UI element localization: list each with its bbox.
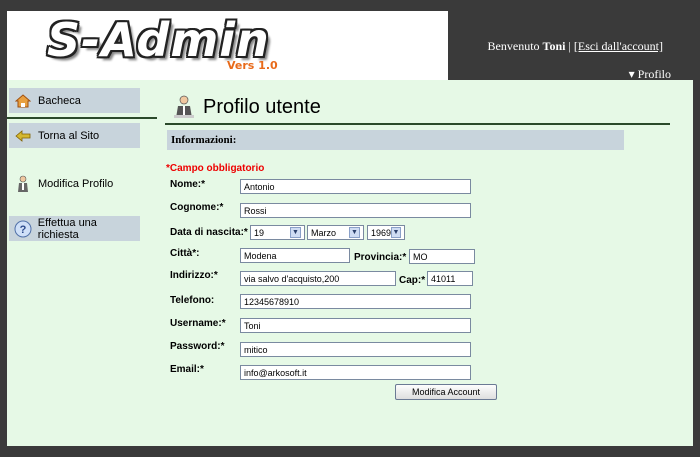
- sidebar-item-bacheca[interactable]: Bacheca: [9, 88, 140, 113]
- birth-month-value: Marzo: [311, 227, 337, 238]
- sidebar-item-modifica-profilo[interactable]: Modifica Profilo: [9, 171, 140, 196]
- birth-year-value: 1969: [371, 227, 392, 238]
- title-divider: [165, 123, 670, 125]
- header-user-area: Benvenuto Toni | [Esci dall'account] ▾ P…: [448, 11, 693, 81]
- user-icon: [173, 95, 195, 119]
- required-note: *Campo obbligatorio: [166, 163, 265, 174]
- citta-field[interactable]: Modena: [240, 248, 350, 263]
- birth-year-select[interactable]: 1969 ▼: [367, 225, 405, 240]
- sidebar-item-label: Bacheca: [38, 94, 81, 107]
- citta-label: Città*:: [170, 248, 200, 259]
- page-title: Profilo utente: [203, 95, 321, 118]
- app-version: Vers 1.0: [227, 59, 278, 72]
- chevron-down-icon: ▼: [349, 227, 360, 238]
- birth-day-select[interactable]: 19 ▼: [250, 225, 305, 240]
- help-icon: ?: [12, 220, 34, 238]
- cognome-label: Cognome:*: [170, 202, 224, 213]
- data-nascita-label: Data di nascita:*: [170, 227, 248, 238]
- birth-day-value: 19: [254, 227, 265, 238]
- welcome-text: Benvenuto Toni | [Esci dall'account]: [488, 39, 663, 54]
- sidebar-item-label: Torna al Sito: [38, 129, 100, 142]
- birth-month-select[interactable]: Marzo ▼: [307, 225, 364, 240]
- sidebar-divider: [7, 155, 157, 156]
- password-field[interactable]: mitico: [240, 342, 471, 357]
- user-icon: [12, 175, 34, 193]
- nome-label: Nome:*: [170, 179, 206, 190]
- provincia-field[interactable]: MO: [409, 249, 475, 264]
- page-header: Profilo utente: [173, 95, 321, 119]
- indirizzo-field[interactable]: via salvo d'acquisto,200: [240, 271, 396, 286]
- sidebar: Bacheca Torna al Sito Modifica Profilo ?…: [7, 80, 157, 446]
- sidebar-item-torna-al-sito[interactable]: Torna al Sito: [9, 123, 140, 148]
- telefono-label: Telefono:: [170, 295, 215, 306]
- username-label: Username:*: [170, 318, 226, 329]
- cognome-field[interactable]: Rossi: [240, 203, 471, 218]
- home-icon: [12, 93, 34, 108]
- email-field[interactable]: info@arkosoft.it: [240, 365, 471, 380]
- email-label: Email:*: [170, 364, 204, 375]
- cap-label: Cap:*: [399, 275, 426, 286]
- sidebar-item-label: Modifica Profilo: [38, 177, 114, 190]
- sidebar-underline: [7, 117, 157, 119]
- section-header: Informazioni:: [167, 130, 624, 150]
- nome-field[interactable]: Antonio: [240, 179, 471, 194]
- arrow-left-icon: [12, 129, 34, 142]
- telefono-field[interactable]: 12345678910: [240, 294, 471, 309]
- sidebar-item-effettua-richiesta[interactable]: ? Effettua una richiesta: [9, 216, 140, 241]
- welcome-separator: |: [565, 39, 574, 53]
- sidebar-item-label: Effettua una richiesta: [37, 216, 97, 241]
- cap-field[interactable]: 41011: [427, 271, 473, 286]
- chevron-down-icon: ▼: [391, 227, 401, 238]
- indirizzo-label: Indirizzo:*: [170, 270, 218, 281]
- password-label: Password:*: [170, 341, 225, 352]
- welcome-prefix: Benvenuto: [487, 39, 543, 53]
- main-content: Profilo utente Informazioni: *Campo obbl…: [157, 80, 693, 446]
- provincia-label: Provincia:*: [354, 252, 407, 263]
- username-field[interactable]: Toni: [240, 318, 471, 333]
- svg-text:?: ?: [20, 224, 27, 236]
- user-name: Toni: [542, 39, 566, 53]
- logout-link[interactable]: [Esci dall'account]: [574, 39, 663, 53]
- modifica-account-button[interactable]: Modifica Account: [395, 384, 497, 400]
- chevron-down-icon: ▼: [290, 227, 301, 238]
- header-logo-area: S-Admin Vers 1.0: [7, 11, 448, 80]
